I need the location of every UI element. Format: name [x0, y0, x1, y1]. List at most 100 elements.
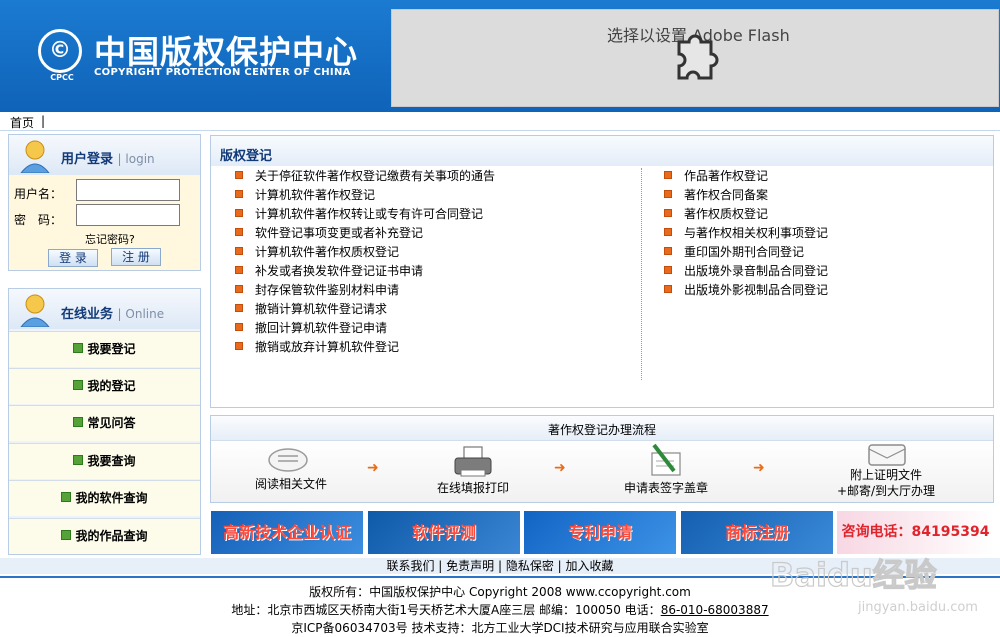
arrow-box-icon: [61, 530, 72, 540]
link-text: 软件登记事项变更或者补充登记: [255, 226, 424, 240]
banner-patent-application[interactable]: 专利申请: [524, 511, 676, 554]
link-text: 计算机软件著作权转让或专有许可合同登记: [255, 207, 484, 221]
login-panel: 用户登录 | login 用户名： 密 码： 忘记密码? 登 录 注 册: [8, 134, 201, 271]
copyright-registration-panel: 版权登记 关于停征软件著作权登记缴费有关事项的通告 计算机软件著作权登记 计算机…: [210, 135, 994, 408]
bullet-icon: [664, 171, 672, 179]
biz-item-label: 我要查询: [87, 454, 136, 468]
bullet-icon: [664, 209, 672, 217]
bullet-icon: [235, 171, 243, 179]
login-title: 用户登录 | login: [61, 152, 155, 167]
user-avatar-icon: [20, 140, 50, 173]
list-item[interactable]: 软件登记事项变更或者补充登记: [235, 224, 423, 243]
top-nav: 首页 |: [0, 112, 1000, 130]
banner-label: 专利申请: [567, 523, 632, 542]
list-item[interactable]: 撤销或放弃计算机软件登记: [235, 338, 399, 357]
list-item[interactable]: 计算机软件著作权登记: [235, 186, 375, 205]
nav-home-link[interactable]: 首页: [10, 114, 34, 131]
bullet-icon: [235, 342, 243, 350]
list-item[interactable]: 撤回计算机软件登记申请: [235, 319, 387, 338]
site-logo[interactable]: © CPCC 中国版权保护中心 COPYRIGHT PROTECTION CEN…: [38, 27, 378, 85]
link-text: 与著作权相关权利事项登记: [684, 226, 829, 240]
list-item[interactable]: 撤销计算机软件登记请求: [235, 300, 387, 319]
online-business-panel: 在线业务 | Online 我要登记 我的登记 常见问答 我要查询 我的软件查询…: [8, 288, 201, 555]
list-item[interactable]: 著作权质权登记: [664, 205, 768, 224]
list-item[interactable]: 关于停征软件著作权登记缴费有关事项的通告: [235, 167, 495, 186]
envelope-icon: [868, 444, 906, 466]
flash-placeholder[interactable]: 选择以设置 Adobe Flash: [391, 9, 999, 107]
biz-item-works-query[interactable]: 我的作品查询: [9, 518, 200, 554]
link-text: 封存保管软件鉴别材料申请: [255, 283, 400, 297]
user-avatar-icon: [20, 294, 50, 327]
link-text: 撤销计算机软件登记请求: [255, 302, 388, 316]
watermark-brand: Baidu经验: [770, 556, 937, 594]
list-item[interactable]: 出版境外录音制品合同登记: [664, 262, 828, 281]
register-button[interactable]: 注 册: [111, 248, 161, 266]
password-input[interactable]: [76, 204, 180, 226]
bullet-icon: [664, 285, 672, 293]
flow-arrow-icon: ➜: [367, 460, 379, 476]
biz-item-faq[interactable]: 常见问答: [9, 405, 200, 441]
arrow-box-icon: [73, 455, 84, 465]
list-item[interactable]: 计算机软件著作权转让或专有许可合同登记: [235, 205, 483, 224]
registration-flow-panel: 著作权登记办理流程 阅读相关文件 ➜ 在线填报打印 ➜ 申请表签字盖章 ➜ 附上…: [210, 415, 994, 503]
bullet-icon: [664, 190, 672, 198]
bullet-icon: [235, 247, 243, 255]
bullet-icon: [664, 228, 672, 236]
banner-software-evaluation[interactable]: 软件评测: [368, 511, 520, 554]
flow-step-print: 在线填报打印: [436, 481, 509, 495]
link-text: 补发或者换发软件登记证书申请: [255, 264, 424, 278]
nav-separator: |: [41, 114, 46, 128]
biz-item-label: 我的作品查询: [75, 529, 148, 543]
link-text: 撤销或放弃计算机软件登记: [255, 340, 400, 354]
sign-document-icon: [651, 443, 681, 476]
biz-item-register[interactable]: 我要登记: [9, 331, 200, 367]
login-title-sub: login: [125, 152, 155, 166]
footer-address-text: 地址：北京市西城区天桥南大街1号天桥艺术大厦A座三层 邮编：100050 电话：: [231, 603, 661, 617]
biz-item-label: 我的软件查询: [75, 491, 148, 505]
online-title-sub: Online: [125, 307, 165, 321]
link-text: 作品著作权登记: [684, 169, 769, 183]
logo-seal-caption: CPCC: [50, 73, 74, 82]
biz-item-my-registrations[interactable]: 我的登记: [9, 368, 200, 404]
list-item[interactable]: 计算机软件著作权质权登记: [235, 243, 399, 262]
link-text: 计算机软件著作权登记: [255, 188, 376, 202]
flow-arrow-icon: ➜: [554, 460, 566, 476]
footer-phone-link[interactable]: 86-010-68003887: [661, 603, 769, 617]
banner-high-tech-certification[interactable]: 高新技术企业认证: [211, 511, 363, 554]
flow-title: 著作权登记办理流程: [547, 423, 656, 437]
list-item[interactable]: 出版境外影视制品合同登记: [664, 281, 828, 300]
biz-item-label: 我的登记: [87, 379, 136, 393]
biz-item-label: 我要登记: [87, 342, 136, 356]
flow-step-mail: +邮寄/到大厅办理: [836, 484, 936, 498]
forgot-password-link[interactable]: 忘记密码?: [85, 231, 135, 247]
list-item[interactable]: 作品著作权登记: [664, 167, 768, 186]
username-input[interactable]: [76, 179, 180, 201]
arrow-box-icon: [61, 492, 72, 502]
banner-label: 高新技术企业认证: [222, 523, 351, 542]
site-header: © CPCC 中国版权保护中心 COPYRIGHT PROTECTION CEN…: [0, 0, 1000, 112]
bullet-icon: [235, 190, 243, 198]
list-item[interactable]: 重印国外期刊合同登记: [664, 243, 804, 262]
biz-item-software-query[interactable]: 我的软件查询: [9, 480, 200, 516]
list-item[interactable]: 与著作权相关权利事项登记: [664, 224, 828, 243]
plugin-puzzle-icon: [677, 34, 719, 80]
password-label: 密 码：: [14, 213, 63, 227]
list-item[interactable]: 补发或者换发软件登记证书申请: [235, 262, 423, 281]
watermark-url: jingyan.baidu.com: [858, 600, 978, 615]
list-item[interactable]: 著作权合同备案: [664, 186, 768, 205]
arrow-box-icon: [73, 343, 84, 353]
banner-label: 商标注册: [724, 523, 789, 542]
biz-item-search[interactable]: 我要查询: [9, 443, 200, 479]
login-title-text: 用户登录: [61, 152, 114, 167]
list-item[interactable]: 封存保管软件鉴别材料申请: [235, 281, 399, 300]
flow-header: 著作权登记办理流程: [211, 416, 993, 441]
login-form: 用户名： 密 码：: [9, 175, 200, 270]
registration-panel-header: 版权登记: [211, 136, 993, 166]
online-title-text: 在线业务: [61, 307, 114, 322]
bullet-icon: [664, 247, 672, 255]
login-button[interactable]: 登 录: [48, 249, 98, 267]
link-text: 计算机软件著作权质权登记: [255, 245, 400, 259]
nav-divider: [0, 130, 1000, 131]
bullet-icon: [235, 304, 243, 312]
flow-step-sign: 申请表签字盖章: [623, 481, 708, 495]
